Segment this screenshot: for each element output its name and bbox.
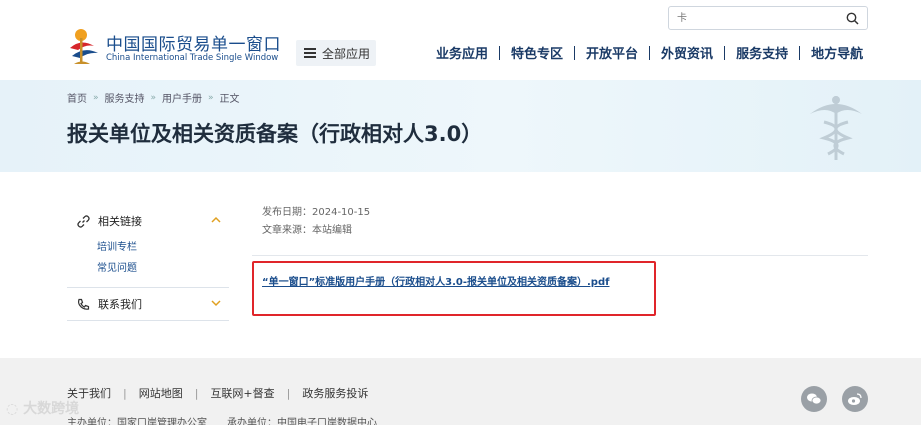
nav-business-apps[interactable]: 业务应用: [436, 43, 488, 62]
all-apps-button[interactable]: 全部应用: [296, 40, 376, 66]
footer-host: 主办单位：国家口岸管理办公室: [67, 418, 207, 425]
logo-emblem-icon: [70, 29, 98, 64]
wechat-icon: [807, 393, 822, 405]
chevron-down-icon[interactable]: [211, 299, 221, 307]
breadcrumb: 首页 » 服务支持 » 用户手册 » 正文: [67, 90, 240, 106]
breadcrumb-home[interactable]: 首页: [67, 90, 87, 105]
watermark-logo-icon: ◌: [6, 401, 19, 417]
breadcrumb-user-manual[interactable]: 用户手册: [162, 90, 202, 105]
sidebar: 相关链接 培训专栏 常见问题 联系我们: [67, 205, 229, 321]
sidebar-item-training[interactable]: 培训专栏: [97, 237, 229, 258]
phone-icon: [78, 298, 90, 310]
page: 中国国际贸易单一窗口 China International Trade Sin…: [0, 0, 921, 425]
weibo-button[interactable]: [842, 386, 868, 412]
nav-divider: [574, 45, 576, 60]
nav-divider: [724, 45, 726, 60]
page-banner: 首页 » 服务支持 » 用户手册 » 正文 报关单位及相关资质备案（行政相对人3…: [0, 80, 921, 172]
footer-organizer: 承办单位：中国电子口岸数据中心: [227, 418, 377, 425]
main-nav: 业务应用 特色专区 开放平台 外贸资讯 服务支持 地方导航: [436, 43, 863, 62]
all-apps-label: 全部应用: [322, 46, 371, 61]
header: 中国国际贸易单一窗口 China International Trade Sin…: [0, 0, 921, 80]
article-divider: [252, 255, 868, 256]
nav-service-support[interactable]: 服务支持: [736, 43, 788, 62]
search-icon[interactable]: [846, 12, 859, 25]
nav-divider: [649, 45, 651, 60]
sidebar-head-label: 联系我们: [98, 298, 142, 311]
footer-link-sitemap[interactable]: 网站地图: [139, 385, 183, 401]
breadcrumb-service-support[interactable]: 服务支持: [105, 90, 145, 105]
watermark-text: 大数跨境: [23, 401, 80, 417]
pdf-download-link[interactable]: “单一窗口”标准版用户手册（行政相对人3.0-报关单位及相关资质备案）.pdf: [262, 273, 609, 288]
sidebar-item-faq[interactable]: 常见问题: [97, 258, 229, 279]
menu-icon: [304, 48, 316, 58]
nav-local-navigation[interactable]: 地方导航: [811, 43, 863, 62]
nav-featured-zone[interactable]: 特色专区: [511, 43, 563, 62]
nav-open-platform[interactable]: 开放平台: [586, 43, 638, 62]
search-input[interactable]: [677, 10, 837, 26]
footer-link-complaints[interactable]: 政务服务投诉: [302, 385, 368, 401]
link-icon: [77, 214, 90, 228]
breadcrumb-current: 正文: [219, 94, 240, 105]
footer-link-internet-supervision[interactable]: 互联网+督查: [210, 385, 274, 401]
page-title: 报关单位及相关资质备案（行政相对人3.0）: [67, 122, 483, 146]
weibo-icon: [848, 393, 862, 405]
logo-title-en: China International Trade Single Window: [106, 53, 279, 63]
search-box: [668, 6, 868, 30]
chevron-up-icon[interactable]: [211, 216, 221, 224]
footer: 关于我们 | 网站地图 | 互联网+督查 | 政务服务投诉 主办单位：国家口岸管…: [0, 358, 921, 425]
watermark: ◌ 大数跨境: [6, 398, 79, 418]
article-source: 文章来源：本站编辑: [262, 225, 352, 236]
footer-divider: |: [123, 386, 127, 400]
breadcrumb-separator-icon: »: [93, 92, 99, 103]
footer-links: 关于我们 | 网站地图 | 互联网+督查 | 政务服务投诉: [67, 385, 368, 401]
sidebar-head-related-links[interactable]: 相关链接: [67, 205, 229, 237]
footer-org-info: 主办单位：国家口岸管理办公室 承办单位：中国电子口岸数据中心: [67, 414, 397, 425]
logo-title-cn: 中国国际贸易单一窗口: [106, 35, 281, 55]
site-logo[interactable]: 中国国际贸易单一窗口 China International Trade Sin…: [66, 26, 281, 68]
sidebar-head-label: 相关链接: [98, 215, 142, 228]
sidebar-group-related-links: 相关链接 培训专栏 常见问题: [67, 205, 229, 288]
breadcrumb-separator-icon: »: [150, 92, 157, 103]
article-meta: 发布日期：2024-10-15 文章来源：本站编辑: [262, 204, 370, 240]
nav-divider: [799, 45, 801, 60]
footer-divider: |: [194, 386, 199, 400]
publish-date: 发布日期：2024-10-15: [262, 207, 371, 218]
sidebar-group-contact-us: 联系我们: [67, 288, 229, 321]
breadcrumb-separator-icon: »: [208, 92, 214, 103]
highlight-box: [252, 261, 656, 316]
sidebar-head-contact-us[interactable]: 联系我们: [67, 288, 229, 320]
footer-divider: |: [286, 386, 291, 400]
nav-trade-news[interactable]: 外贸资讯: [661, 43, 713, 62]
caduceus-emblem-icon: [810, 96, 862, 160]
sidebar-subitems: 培训专栏 常见问题: [67, 237, 229, 287]
wechat-button[interactable]: [801, 386, 827, 412]
nav-divider: [499, 45, 501, 60]
